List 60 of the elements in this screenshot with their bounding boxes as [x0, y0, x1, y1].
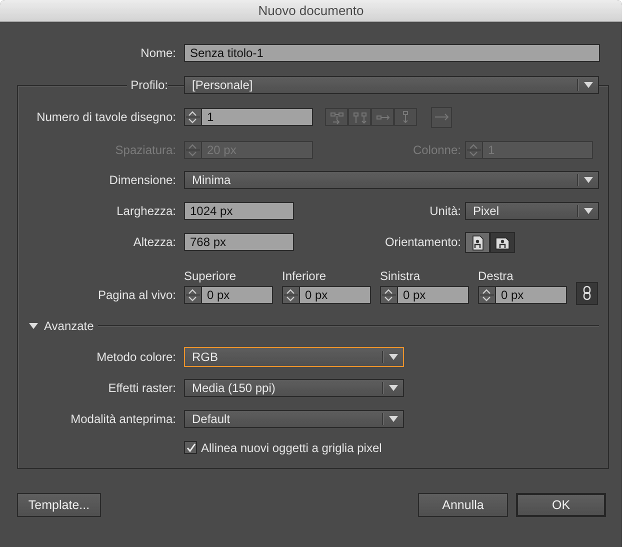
column-arrow-icon — [403, 111, 408, 123]
dropdown[interactable]: Minima — [184, 171, 599, 189]
stepper[interactable] — [282, 286, 299, 304]
field-label: Altezza: — [132, 235, 176, 249]
checkmark-icon — [186, 442, 196, 452]
column-label: Destra — [478, 269, 514, 283]
ok-button[interactable]: OK — [516, 493, 606, 517]
checkbox-label: Allinea nuovi oggetti a griglia pixel — [201, 440, 382, 454]
caret-icon — [389, 354, 398, 360]
orientation-button[interactable] — [465, 232, 490, 252]
orientation-button[interactable] — [490, 232, 515, 252]
caret-icon — [584, 208, 593, 214]
input-field[interactable]: 768 px — [184, 233, 294, 251]
caret-icon — [584, 177, 593, 183]
field-label: Effetti raster: — [107, 381, 176, 395]
input-field[interactable]: 0 px — [397, 286, 469, 304]
input-field[interactable]: 0 px — [495, 286, 567, 304]
window-title: Nuovo documento — [258, 3, 364, 18]
dropdown[interactable]: Default — [184, 410, 404, 428]
column-label: Sinistra — [380, 269, 422, 283]
stepper[interactable] — [184, 108, 201, 126]
field-label: Larghezza: — [116, 204, 176, 218]
column-label: Superiore — [184, 269, 238, 283]
field-label: Metodo colore: — [96, 350, 176, 364]
field-label: Pagina al vivo: — [96, 288, 176, 302]
caret-down-icon — [29, 323, 38, 329]
link-button[interactable] — [576, 282, 598, 304]
dropdown[interactable]: RGB — [184, 347, 404, 367]
stepper[interactable] — [478, 286, 495, 304]
arrangement-button[interactable] — [371, 108, 394, 126]
dropdown[interactable]: [Personale] — [184, 76, 599, 94]
input-field[interactable]: 1 — [201, 108, 313, 126]
arrangement-button[interactable] — [348, 108, 371, 126]
dialog-button[interactable]: Template... — [17, 493, 101, 517]
checkbox[interactable] — [184, 441, 197, 454]
stepper[interactable] — [184, 286, 201, 304]
section-toggle[interactable]: Avanzate — [29, 319, 94, 333]
arrangement-button[interactable] — [394, 108, 417, 126]
column-label: Inferiore — [282, 269, 328, 283]
caret-icon — [584, 82, 593, 88]
field-label: Profilo: — [126, 78, 168, 92]
field-label: Dimensione: — [108, 173, 176, 187]
stepper[interactable] — [380, 286, 397, 304]
arrangement-button[interactable] — [431, 106, 452, 128]
input-field[interactable]: 0 px — [201, 286, 273, 304]
caret-icon — [389, 385, 398, 391]
field-label: Unità: — [430, 204, 461, 218]
input-field[interactable]: 0 px — [299, 286, 371, 304]
dropdown[interactable]: Pixel — [465, 202, 599, 220]
field-label: Numero di tavole disegno: — [36, 110, 176, 124]
dialog-button[interactable]: Annulla — [418, 493, 508, 517]
field-label: Nome: — [140, 46, 176, 60]
field-label: Modalità anteprima: — [70, 412, 176, 426]
field-label: Orientamento: — [384, 235, 461, 249]
dropdown[interactable]: Media (150 ppi) — [184, 379, 404, 397]
chain-icon — [582, 285, 592, 301]
caret-icon — [389, 416, 398, 422]
input-field[interactable]: 1024 px — [184, 202, 294, 220]
input-field[interactable]: Senza titolo-1 — [184, 44, 600, 62]
arrangement-button[interactable] — [325, 108, 348, 126]
